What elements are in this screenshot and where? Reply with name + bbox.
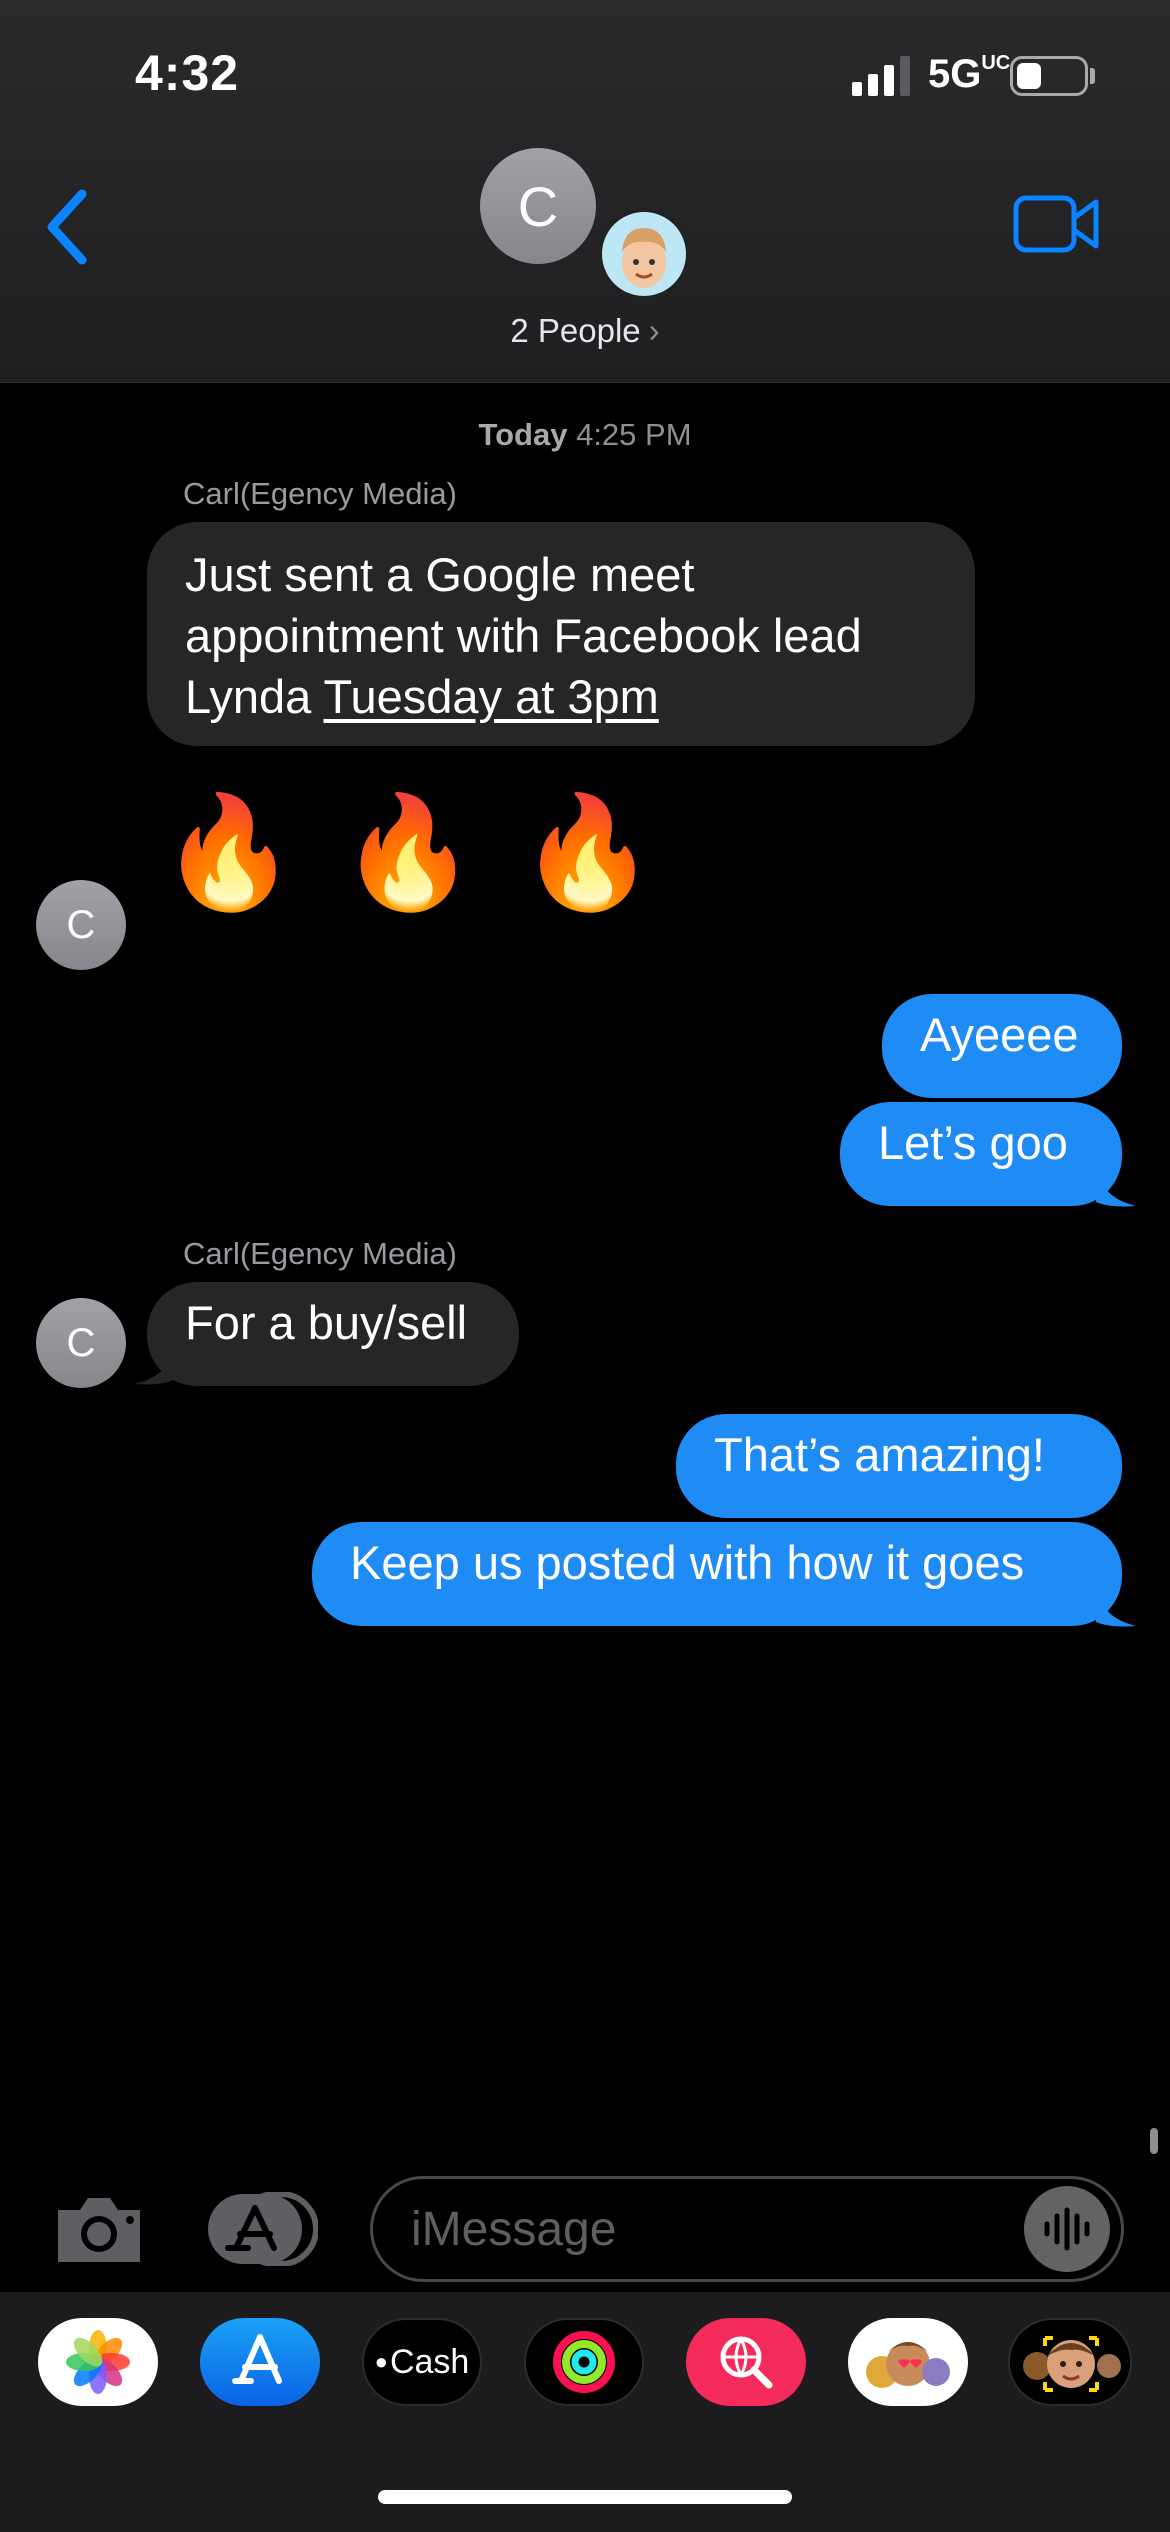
imessage-input[interactable] [370, 2176, 1124, 2282]
bubble-tail [1096, 1168, 1136, 1207]
video-call-icon[interactable] [1012, 192, 1102, 256]
memoji-stickers-icon [866, 2342, 950, 2388]
sender-avatar[interactable]: C [36, 1298, 126, 1388]
memoji-stickers-app-button[interactable] [848, 2318, 968, 2406]
outgoing-message-bubble[interactable]: Let’s goo [840, 1102, 1122, 1206]
date-link[interactable]: Tuesday at 3pm [324, 670, 659, 723]
memoji-face-icon [622, 228, 666, 288]
sender-name: Carl(Egency Media) [183, 1236, 457, 1271]
fire-emoji-message[interactable]: 🔥 🔥 🔥 [160, 778, 662, 928]
people-link[interactable]: 2 People › [0, 312, 1170, 350]
photos-app-button[interactable] [38, 2318, 158, 2406]
audio-message-button[interactable] [1024, 2186, 1110, 2272]
sender-avatar[interactable]: C [36, 880, 126, 970]
web-search-app-button[interactable] [686, 2318, 806, 2406]
home-indicator[interactable] [378, 2490, 792, 2504]
incoming-message-bubble[interactable]: Just sent a Google meet appointment with… [147, 522, 975, 746]
status-time: 4:32 [135, 45, 240, 101]
group-avatar[interactable]: C [480, 148, 596, 264]
app-store-app-button[interactable] [200, 2318, 320, 2406]
app-store-icon [208, 2191, 319, 2267]
signal-icon [852, 56, 910, 96]
bubble-tail [1096, 1588, 1136, 1627]
outgoing-message-bubble[interactable]: That’s amazing! [676, 1414, 1122, 1518]
app-store-drawer-button[interactable] [208, 2191, 319, 2267]
back-chevron-icon[interactable] [40, 182, 100, 272]
photos-icon [66, 2330, 130, 2394]
outgoing-message-bubble[interactable]: Ayeeee [882, 994, 1122, 1098]
waveform-icon [1044, 2207, 1090, 2251]
globe-search-icon [720, 2336, 773, 2389]
camera-icon[interactable] [52, 2192, 146, 2266]
sender-name: Carl(Egency Media) [183, 476, 457, 511]
battery-icon [1010, 56, 1088, 96]
apple-logo-icon: ● [374, 2349, 388, 2374]
battery-tip [1090, 68, 1095, 84]
apple-cash-app-button[interactable]: ● Cash [362, 2318, 482, 2406]
incoming-message-bubble[interactable]: For a buy/sell [147, 1282, 519, 1386]
activity-rings-icon [553, 2331, 615, 2393]
app-store-a-icon [232, 2334, 282, 2384]
animoji-icon [1023, 2336, 1121, 2392]
network-type: 5GUC [928, 52, 1011, 96]
scrollbar[interactable] [1150, 2128, 1158, 2154]
memoji-avatar[interactable] [598, 208, 690, 300]
chevron-right-icon: › [648, 312, 660, 349]
animoji-app-button[interactable] [1008, 2318, 1132, 2406]
activity-app-button[interactable] [524, 2318, 644, 2406]
outgoing-message-bubble[interactable]: Keep us posted with how it goes [312, 1522, 1122, 1626]
message-timestamp: Today 4:25 PM [478, 417, 692, 452]
